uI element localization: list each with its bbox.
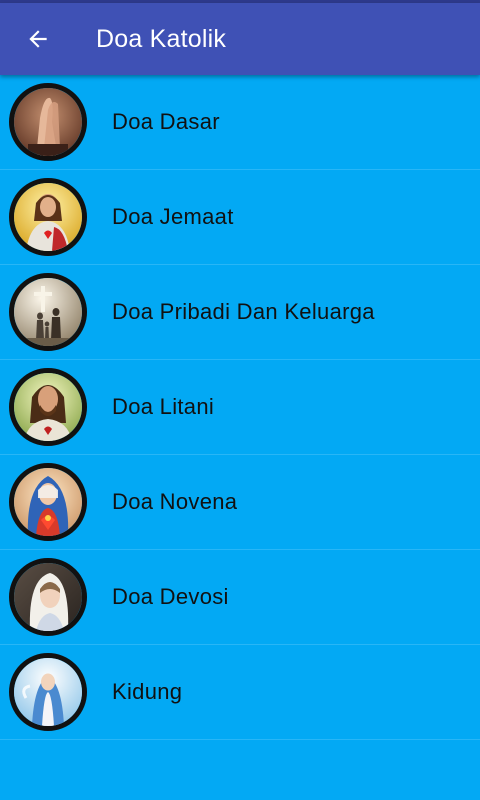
list-item-doa-novena[interactable]: Doa Novena — [0, 455, 480, 550]
list-item-doa-jemaat[interactable]: Doa Jemaat — [0, 170, 480, 265]
list-item-label: Doa Devosi — [112, 584, 229, 609]
jesus-portrait-icon — [9, 368, 87, 446]
prayer-category-list: Doa Dasar Doa Jemaat Doa Pribadi Dan Kel… — [0, 75, 480, 740]
app-bar: Doa Katolik — [0, 3, 480, 75]
list-item-label: Doa Novena — [112, 489, 238, 514]
list-item-doa-pribadi-dan-keluarga[interactable]: Doa Pribadi Dan Keluarga — [0, 265, 480, 360]
family-cross-icon — [9, 273, 87, 351]
list-item-label: Doa Litani — [112, 394, 215, 419]
list-item-label: Kidung — [112, 679, 183, 704]
sacred-heart-jesus-icon — [9, 178, 87, 256]
list-item-doa-dasar[interactable]: Doa Dasar — [0, 75, 480, 170]
list-item-label: Doa Dasar — [112, 109, 220, 134]
list-item-doa-devosi[interactable]: Doa Devosi — [0, 550, 480, 645]
list-item-kidung[interactable]: Kidung — [0, 645, 480, 740]
praying-mary-icon — [9, 558, 87, 636]
arrow-left-icon — [29, 30, 47, 48]
back-button[interactable] — [14, 15, 62, 63]
list-item-label: Doa Jemaat — [112, 204, 234, 229]
mary-in-sky-icon — [9, 653, 87, 731]
list-item-label: Doa Pribadi Dan Keluarga — [112, 299, 375, 324]
page-title: Doa Katolik — [96, 24, 227, 53]
list-item-doa-litani[interactable]: Doa Litani — [0, 360, 480, 455]
immaculate-heart-mary-icon — [9, 463, 87, 541]
praying-hands-icon — [9, 83, 87, 161]
